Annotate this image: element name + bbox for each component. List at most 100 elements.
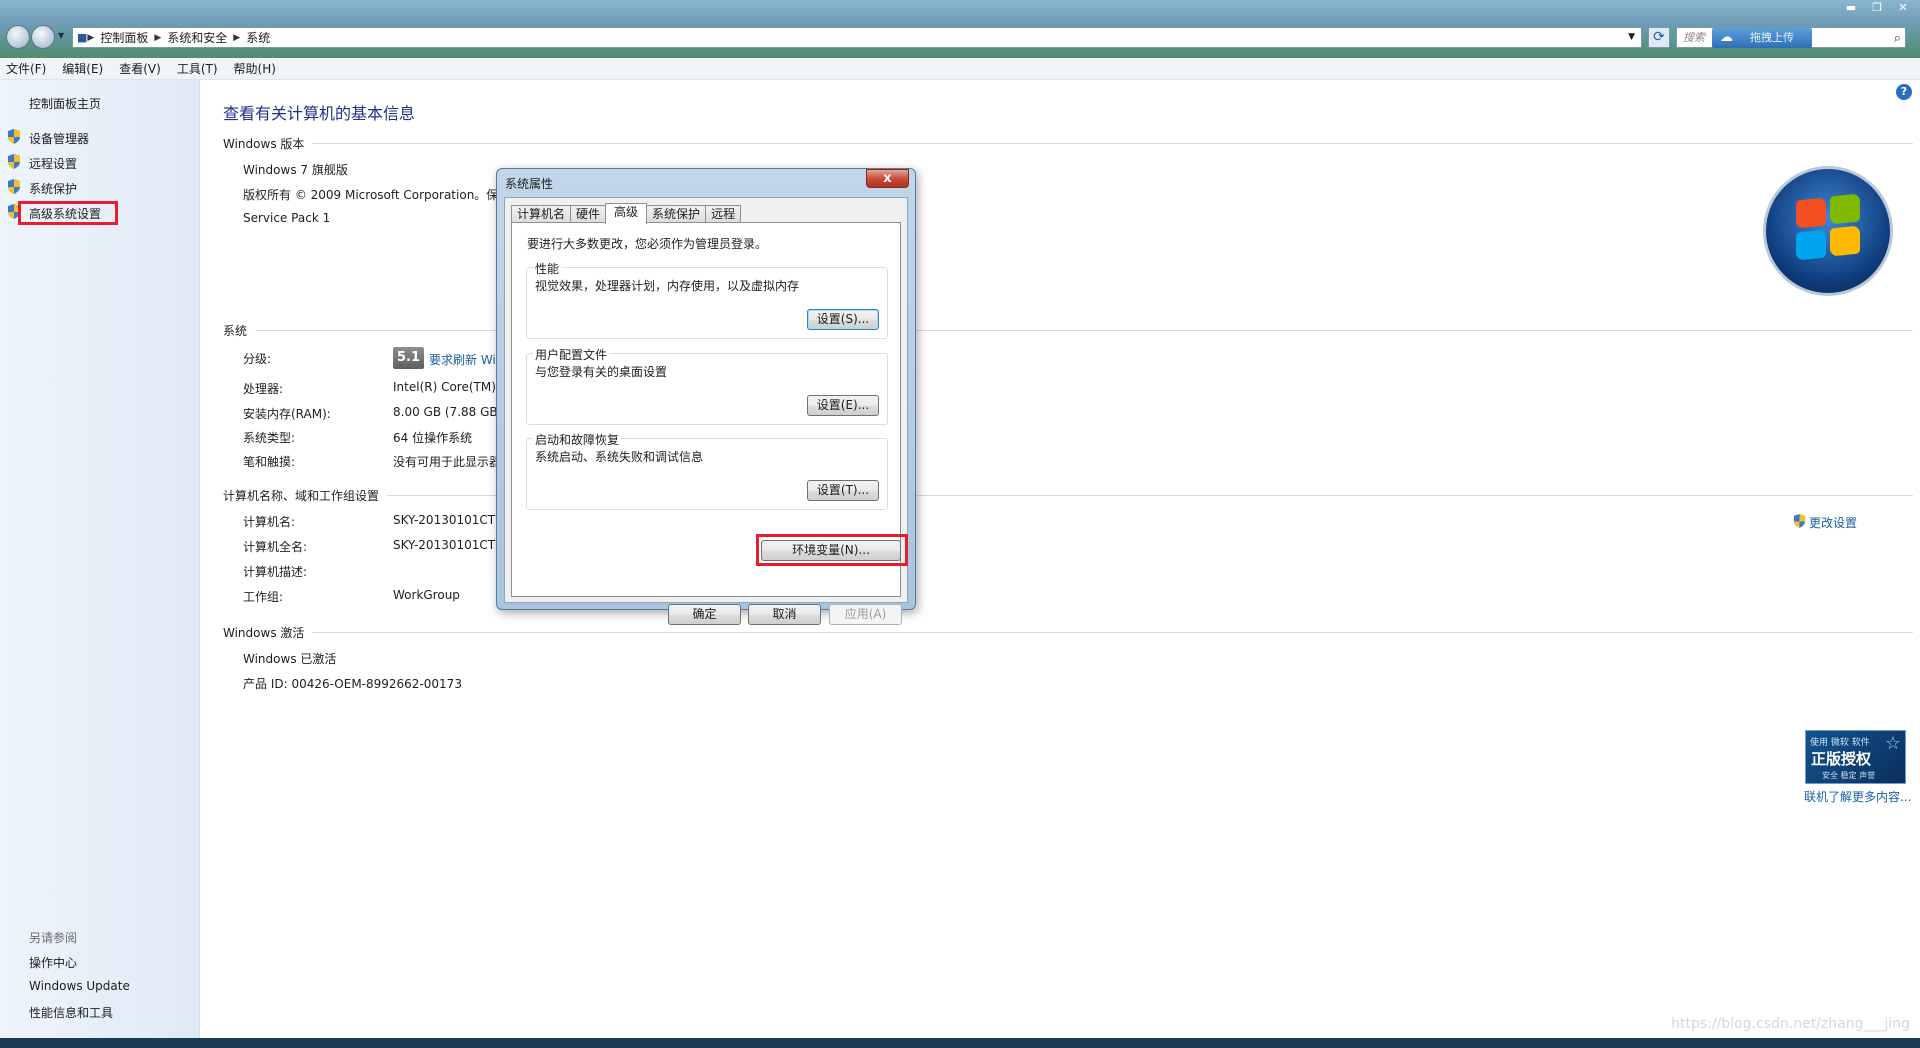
section-system: 系统 [223,322,1913,339]
copyright-text: 版权所有 © 2009 Microsoft Corporation。保 [243,188,499,202]
section-heading: Windows 激活 [223,626,305,640]
computer-name-label: 计算机名: [243,515,296,529]
breadcrumb-system-security[interactable]: 系统和安全 [167,29,227,46]
sidebar-link-windows-update[interactable]: Windows Update [29,979,130,993]
sidebar-item-system-protection[interactable]: 系统保护 [29,180,77,197]
tab-hardware[interactable]: 硬件 [570,205,607,223]
genuine-top-text: 使用 微软 软件 [1810,738,1870,748]
genuine-main-text: 正版授权 [1811,750,1872,768]
system-type-label: 系统类型: [243,431,296,445]
upload-button[interactable]: ☁ 拖拽上传 [1712,28,1812,48]
tab-computer-name[interactable]: 计算机名 [511,205,572,223]
windows-logo [1763,166,1893,296]
shield-icon [8,129,20,144]
page-title: 查看有关计算机的基本信息 [223,104,416,123]
group-desc: 视觉效果，处理器计划，内存使用，以及虚拟内存 [535,279,800,293]
system-properties-dialog: 系统属性 x 计算机名 硬件 高级 系统保护 远程 要进行大多数更改，您必须作为… [496,168,916,625]
forward-button[interactable] [31,25,55,49]
startup-recovery-settings-button[interactable]: 设置(T)... [807,480,879,501]
dialog-body: 计算机名 硬件 高级 系统保护 远程 要进行大多数更改，您必须作为管理员登录。 … [504,197,908,625]
menu-file[interactable]: 文件(F) [6,60,46,77]
shield-icon [8,179,20,194]
shield-icon [8,154,20,169]
refresh-button[interactable]: ⟳ [1648,27,1670,48]
address-bar[interactable]: ■ ▶ 控制面板 ▶ 系统和安全 ▶ 系统 ▼ [72,27,1642,48]
admin-note: 要进行大多数更改，您必须作为管理员登录。 [527,237,768,251]
workgroup-label: 工作组: [243,590,284,604]
section-activation: Windows 激活 [223,624,1913,641]
breadcrumb-system[interactable]: 系统 [246,29,270,46]
recent-pages-dropdown-icon[interactable]: ▼ [58,31,66,40]
genuine-learn-more-link[interactable]: 联机了解更多内容... [1804,788,1911,805]
genuine-badge: 使用 微软 软件 正版授权 安全 稳定 声誉 ☆ [1805,730,1906,784]
group-title: 性能 [533,260,562,277]
star-icon: ☆ [1884,733,1901,754]
main-content: ? 查看有关计算机的基本信息 Windows 版本 Windows 7 旗舰版 … [201,80,1920,1038]
sidebar-link-action-center[interactable]: 操作中心 [29,954,77,971]
section-windows-edition: Windows 版本 [223,135,1913,152]
tab-advanced[interactable]: 高级 [605,203,648,224]
rating-label: 分级: [243,352,272,366]
processor-value: Intel(R) Core(TM) [393,380,496,394]
product-id: 产品 ID: 00426-OEM-8992662-00173 [243,677,462,691]
sidebar: 控制面板主页 设备管理器 远程设置 系统保护 高级系统设置 另请参阅 操作中心 … [0,80,200,1038]
pen-touch-value: 没有可用于此显示器 [393,455,502,469]
chevron-right-icon: ▶ [233,32,241,43]
address-dropdown-icon[interactable]: ▼ [1628,32,1635,42]
service-pack: Service Pack 1 [243,211,331,225]
rating-refresh-link[interactable]: 要求刷新 Wi [429,351,496,368]
user-profiles-settings-button[interactable]: 设置(E)... [807,395,879,416]
taskbar [0,1038,1920,1048]
section-computer-name: 计算机名称、域和工作组设置 [223,487,1913,504]
minimize-icon[interactable]: ▬ [1838,0,1864,18]
restore-icon[interactable]: ❐ [1864,0,1890,18]
environment-variables-button[interactable]: 环境变量(N)... [761,540,901,561]
dialog-close-button[interactable]: x [866,169,909,188]
processor-label: 处理器: [243,382,284,396]
section-heading: 系统 [223,324,248,338]
sidebar-item-remote-settings[interactable]: 远程设置 [29,155,77,172]
help-icon[interactable]: ? [1896,84,1912,100]
apply-button: 应用(A) [829,604,902,625]
cancel-button[interactable]: 取消 [748,604,821,625]
back-button[interactable] [6,25,30,49]
sidebar-item-device-manager[interactable]: 设备管理器 [29,130,89,147]
ram-value: 8.00 GB (7.88 GB [393,405,498,419]
edition-name: Windows 7 旗舰版 [243,163,348,177]
group-startup-recovery: 启动和故障恢复 系统启动、系统失败和调试信息 设置(T)... [526,431,888,510]
upload-label: 拖拽上传 [1750,31,1794,44]
section-heading: 计算机名称、域和工作组设置 [223,489,380,503]
rating-badge[interactable]: 5.1 [393,347,424,369]
tab-system-protection[interactable]: 系统保护 [646,205,707,223]
menu-view[interactable]: 查看(V) [119,60,161,77]
menu-edit[interactable]: 编辑(E) [62,60,103,77]
group-title: 用户配置文件 [533,346,610,363]
activation-status: Windows 已激活 [243,652,337,666]
performance-settings-button[interactable]: 设置(S)... [807,309,879,330]
sidebar-link-performance[interactable]: 性能信息和工具 [29,1004,113,1021]
ram-label: 安装内存(RAM): [243,407,331,421]
menu-help[interactable]: 帮助(H) [234,60,276,77]
menu-tools[interactable]: 工具(T) [177,60,218,77]
computer-fullname-label: 计算机全名: [243,540,308,554]
computer-name-value: SKY-20130101CTU [393,513,504,527]
computer-fullname-value: SKY-20130101CTU [393,538,504,552]
pen-touch-label: 笔和触摸: [243,455,296,469]
section-heading: Windows 版本 [223,137,305,151]
breadcrumb-control-panel[interactable]: 控制面板 [100,29,148,46]
chevron-right-icon: ▶ [87,32,95,43]
close-icon[interactable]: ✕ [1890,0,1916,18]
window-controls: ▬ ❐ ✕ [1838,0,1916,18]
system-type-value: 64 位操作系统 [393,431,473,445]
cloud-icon: ☁ [1720,30,1733,45]
group-title: 启动和故障恢复 [533,431,622,448]
search-placeholder: 搜索 [1683,31,1705,44]
search-icon[interactable]: ⌕ [1894,29,1901,48]
change-settings-link[interactable]: 更改设置 [1793,514,1857,531]
dialog-title: 系统属性 [505,177,554,191]
tab-remote[interactable]: 远程 [705,205,742,223]
sidebar-home-link[interactable]: 控制面板主页 [29,95,101,112]
genuine-bottom-text: 安全 稳定 声誉 [1822,771,1876,780]
menu-bar: 文件(F) 编辑(E) 查看(V) 工具(T) 帮助(H) [0,58,1920,80]
ok-button[interactable]: 确定 [668,604,741,625]
